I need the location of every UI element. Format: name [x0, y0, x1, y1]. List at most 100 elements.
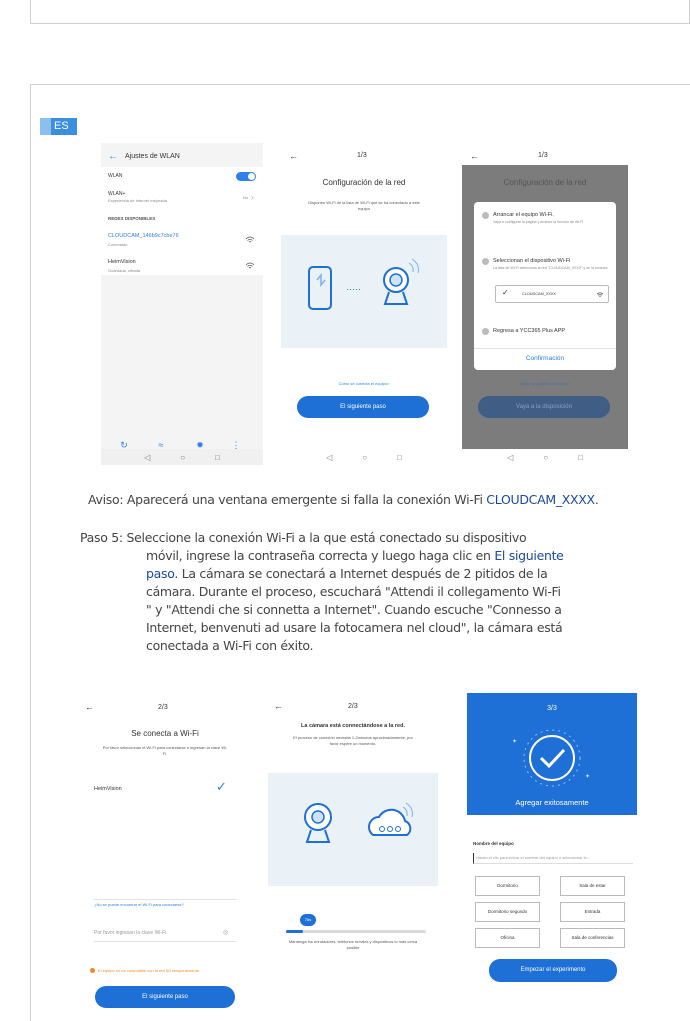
- android-nav-bar: ◁ ○ □: [462, 449, 628, 465]
- start-experiment-button[interactable]: Empezar el experimento: [489, 959, 617, 982]
- device-name-input[interactable]: Hacen el clic para entrar el nombre del …: [473, 853, 633, 864]
- progress-label: 76s: [300, 914, 316, 926]
- page-title: Configuración de la red: [503, 178, 587, 187]
- back-arrow-icon[interactable]: ←: [108, 151, 118, 162]
- language-badge: ES: [40, 118, 77, 135]
- eye-icon[interactable]: ◎: [223, 929, 228, 936]
- caption-text: .: [594, 492, 599, 507]
- warning-text: El equipo no es compatible con la red 5G…: [98, 968, 199, 973]
- illustration-panel: [268, 773, 438, 886]
- device-name-label: Nombre del equipo: [473, 841, 514, 846]
- warning-caption: Aviso: Aparecerá una ventana emergente s…: [88, 492, 599, 507]
- screen-network-config-dialog: ← 1/3 Configuración de la red Cómo se co…: [462, 143, 628, 465]
- nav-recent-icon[interactable]: □: [397, 453, 402, 462]
- wifi-icon: [245, 236, 255, 243]
- page-title: Se conecta a Wi-Fi: [131, 729, 199, 738]
- wlan-plus-label: WLAN+: [108, 191, 126, 197]
- paragraph-line: cámara. Durante el proceso, escuchará "A…: [146, 584, 561, 599]
- wlan-plus-subtitle: Experiencia de Internet mejorada: [108, 198, 167, 203]
- option-title: Regresa a YCC365 Plus APP: [493, 328, 566, 334]
- wlan-toggle[interactable]: [236, 172, 256, 181]
- network-name: CLOUDCAM_XXXX: [522, 292, 556, 296]
- password-field[interactable]: Por favor ingresan la clave Wi-Fi.: [94, 930, 168, 936]
- room-option[interactable]: Dormitorio segundo: [475, 902, 540, 922]
- next-step-button[interactable]: El siguiente paso: [297, 396, 429, 418]
- option-description: La lista de Wi-Fi selecciona la red "CLO…: [493, 266, 609, 270]
- check-icon: ✓: [216, 779, 227, 794]
- nav-home-icon[interactable]: ○: [543, 453, 548, 462]
- screen-added-successfully: 3/3 ✦ ✦ Agregar exitosamente Nombre del …: [467, 693, 637, 993]
- step-5-paragraph: Paso 5: Seleccione la conexión Wi-Fi a l…: [80, 529, 660, 655]
- room-option[interactable]: Dormitorio: [475, 876, 540, 896]
- phone-camera-illustration: ·····: [308, 258, 419, 310]
- room-option[interactable]: Entrada: [560, 902, 625, 922]
- network-status: Conectado: [108, 242, 128, 247]
- instruction-dialog: Arrancar el equipo Wi-Fi. Vaya a configu…: [474, 202, 616, 370]
- paragraph-line: móvil, ingrese la contraseña correcta y …: [146, 548, 564, 563]
- step-indicator: 1/3: [538, 152, 548, 159]
- back-arrow-icon[interactable]: ←: [289, 151, 298, 161]
- next-step-button[interactable]: El siguiente paso: [95, 986, 235, 1008]
- room-option[interactable]: Sala de estar: [560, 876, 625, 896]
- screen-connect-wifi: ← 2/3 Se conecta a Wi-Fi Por favor selec…: [80, 693, 250, 1018]
- nav-back-icon[interactable]: ◁: [326, 453, 332, 462]
- wifi-icon: [596, 292, 604, 297]
- disposition-button: Vaya a la disposición: [478, 396, 610, 418]
- option-title: Arrancar el equipo Wi-Fi.: [493, 212, 554, 218]
- wifi-lock-icon: [245, 262, 255, 269]
- nav-back-icon[interactable]: ◁: [144, 453, 150, 462]
- page-title: Ajustes de WLAN: [125, 153, 180, 160]
- network-name[interactable]: CLOUDCAM_146b9c7cbe76: [108, 233, 179, 239]
- room-option[interactable]: Oficina: [475, 928, 540, 948]
- page-title: Configuración de la red: [322, 178, 406, 187]
- nav-recent-icon[interactable]: □: [578, 453, 583, 462]
- camera-cloud-illustration: [304, 802, 413, 843]
- network-status: Guardada ,cifrada: [108, 268, 141, 273]
- cant-find-wifi-link[interactable]: ¿No se puede encontrar el Wi-Fi para con…: [94, 902, 184, 908]
- progress-track: [286, 930, 426, 933]
- screen-wlan-settings: ← Ajustes de WLAN WLAN WLAN+ Experiencia…: [101, 143, 263, 465]
- how-to-connect-link[interactable]: Cómo se conecta el equipo>: [281, 381, 447, 387]
- description: El proceso de conexión necesita 1-2minut…: [293, 735, 413, 746]
- confirm-button[interactable]: Confirmación: [474, 355, 616, 362]
- back-arrow-icon[interactable]: ←: [274, 701, 283, 711]
- network-selector[interactable]: ✓ CLOUDCAM_XXXX: [495, 285, 609, 303]
- nav-recent-icon[interactable]: □: [215, 453, 220, 462]
- selected-network[interactable]: HeimVision: [94, 786, 122, 792]
- option-description: Vaya a configurar la página y arrance la…: [493, 220, 584, 224]
- screen-network-config: ← 1/3 Configuración de la red Disponen W…: [281, 143, 447, 465]
- warning-icon: [90, 968, 95, 973]
- network-name[interactable]: HeimVision: [108, 259, 136, 265]
- android-nav-bar: ◁ ○ □: [281, 449, 447, 465]
- paragraph-line: Paso 5: Seleccione la conexión Wi-Fi a l…: [80, 530, 527, 545]
- next-step-highlight: El siguiente: [494, 548, 564, 563]
- illustration-panel: ·····: [281, 235, 447, 348]
- back-arrow-icon[interactable]: ←: [85, 702, 94, 712]
- radio-indicator: [482, 328, 489, 335]
- svg-text:·····: ·····: [346, 284, 361, 294]
- paragraph-line: " y "Attendi che si connetta a Internet"…: [146, 602, 562, 617]
- nav-home-icon[interactable]: ○: [180, 453, 185, 462]
- top-page-frame: [30, 0, 690, 24]
- wlan-plus-value[interactable]: No: [243, 195, 248, 201]
- nav-home-icon[interactable]: ○: [362, 453, 367, 462]
- paragraph-line: conectada a Wi-Fi con éxito.: [146, 638, 314, 653]
- wlan-label: WLAN: [108, 173, 123, 179]
- progress-fill: [286, 930, 303, 933]
- success-check-icon: ✦ ✦: [512, 729, 590, 787]
- option-title: Seleccionan el dispositivo Wi-Fi: [493, 258, 571, 264]
- section-header: REDES DISPONIBLES: [108, 216, 156, 221]
- room-option[interactable]: Sala de conferencias: [560, 928, 625, 948]
- radio-indicator: [482, 258, 489, 265]
- back-arrow-icon[interactable]: ←: [470, 151, 479, 161]
- caption-highlight: CLOUDCAM_XXXX: [486, 492, 595, 507]
- svg-text:✦: ✦: [585, 773, 590, 780]
- screen-camera-connecting: ← 2/3 La cámara está connectándose a la …: [268, 693, 438, 993]
- nav-back-icon[interactable]: ◁: [507, 453, 513, 462]
- language-label: ES: [54, 120, 69, 132]
- how-to-connect-link: Cómo se conecta el equipo>: [519, 381, 571, 386]
- step-indicator: 1/3: [357, 152, 367, 159]
- step-indicator: 3/3: [547, 705, 557, 712]
- android-nav-bar: ◁ ○ □: [101, 449, 263, 465]
- paragraph-line: paso. La cámara se conectará a Internet …: [146, 566, 548, 581]
